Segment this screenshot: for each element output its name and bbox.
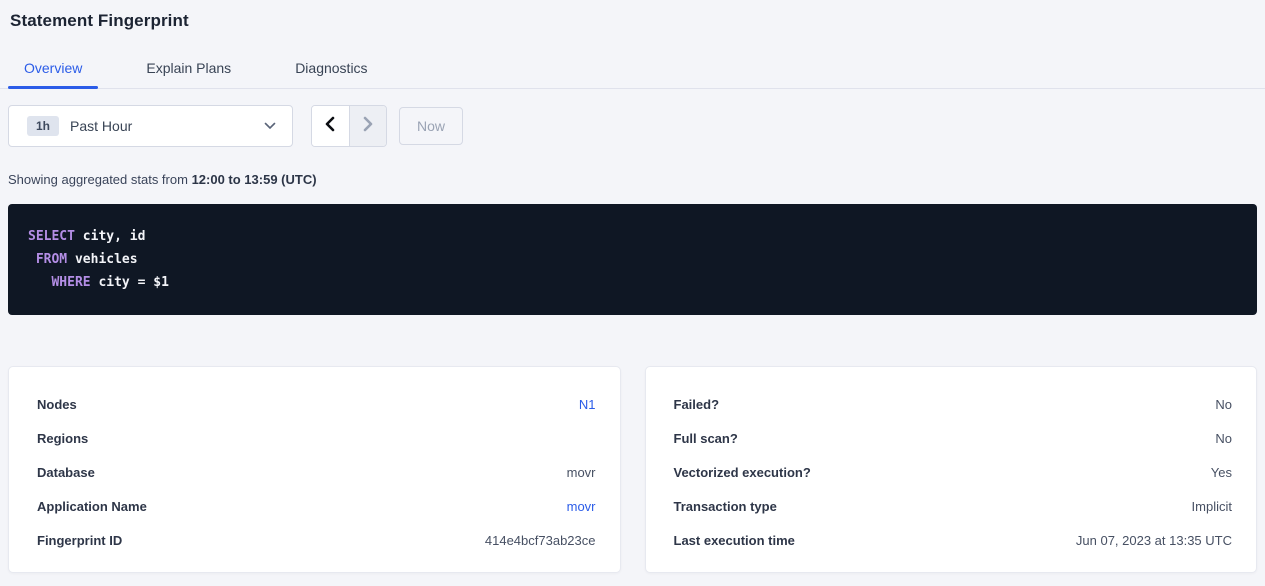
row-value: No (1215, 397, 1232, 412)
tab-diagnostics[interactable]: Diagnostics (279, 56, 383, 88)
row-label: Application Name (37, 499, 147, 514)
time-range-dropdown[interactable]: 1h Past Hour (8, 105, 293, 147)
row-value: 414e4bcf73ab23ce (485, 533, 596, 548)
row-label: Vectorized execution? (674, 465, 811, 480)
row-label: Nodes (37, 397, 77, 412)
detail-row-application-name: Application Name movr (37, 489, 596, 523)
now-button[interactable]: Now (399, 107, 463, 145)
chevron-left-icon (324, 116, 336, 137)
sql-statement-box: SELECT city, id FROM vehicles WHERE city… (8, 204, 1257, 315)
time-range-selected-label: Past Hour (70, 118, 132, 134)
next-time-window-button[interactable] (350, 106, 387, 146)
detail-row-regions: Regions (37, 421, 596, 455)
row-label: Regions (37, 431, 88, 446)
chevron-right-icon (362, 116, 374, 137)
row-label: Last execution time (674, 533, 795, 548)
sql-text: city, id (75, 229, 145, 244)
detail-row-database: Database movr (37, 455, 596, 489)
tab-explain-plans[interactable]: Explain Plans (130, 56, 247, 88)
sql-text: city = $1 (91, 275, 169, 290)
chevron-down-icon (264, 122, 276, 130)
detail-row-vectorized-execution: Vectorized execution? Yes (674, 455, 1233, 489)
sql-text: vehicles (67, 252, 137, 267)
detail-row-transaction-type: Transaction type Implicit (674, 489, 1233, 523)
detail-row-full-scan: Full scan? No (674, 421, 1233, 455)
sql-keyword: FROM (36, 252, 67, 267)
row-value: Yes (1211, 465, 1232, 480)
aggregated-stats-caption: Showing aggregated stats from 12:00 to 1… (8, 172, 1257, 187)
sql-line: WHERE city = $1 (28, 271, 1237, 294)
time-window-pager (311, 105, 387, 147)
row-value: movr (567, 465, 596, 480)
sql-keyword: SELECT (28, 229, 75, 244)
sql-line: SELECT city, id (28, 225, 1237, 248)
row-label: Failed? (674, 397, 720, 412)
time-toolbar: 1h Past Hour Now (8, 105, 1257, 147)
row-value: No (1215, 431, 1232, 446)
nodes-link[interactable]: N1 (579, 397, 596, 412)
sql-line: FROM vehicles (28, 248, 1237, 271)
sql-keyword: WHERE (51, 275, 90, 290)
row-value: Jun 07, 2023 at 13:35 UTC (1076, 533, 1232, 548)
stats-caption-prefix: Showing aggregated stats from (8, 172, 192, 187)
detail-row-fingerprint-id: Fingerprint ID 414e4bcf73ab23ce (37, 523, 596, 557)
row-value: Implicit (1192, 499, 1232, 514)
application-name-link[interactable]: movr (567, 499, 596, 514)
interval-badge: 1h (27, 116, 59, 136)
row-label: Database (37, 465, 95, 480)
detail-row-failed: Failed? No (674, 387, 1233, 421)
detail-row-nodes: Nodes N1 (37, 387, 596, 421)
detail-row-last-execution-time: Last execution time Jun 07, 2023 at 13:3… (674, 523, 1233, 557)
statement-fingerprint-page: Statement Fingerprint Overview Explain P… (0, 0, 1265, 586)
row-label: Full scan? (674, 431, 738, 446)
row-label: Fingerprint ID (37, 533, 122, 548)
execution-attributes-card: Failed? No Full scan? No Vectorized exec… (645, 366, 1258, 573)
stats-caption-range: 12:00 to 13:59 (UTC) (192, 172, 317, 187)
tab-overview[interactable]: Overview (8, 56, 98, 88)
previous-time-window-button[interactable] (312, 106, 350, 146)
summary-cards: Nodes N1 Regions Database movr Applicati… (8, 366, 1257, 573)
tab-bar: Overview Explain Plans Diagnostics (0, 56, 1265, 89)
page-title: Statement Fingerprint (0, 0, 1265, 31)
row-label: Transaction type (674, 499, 777, 514)
statement-details-card: Nodes N1 Regions Database movr Applicati… (8, 366, 621, 573)
